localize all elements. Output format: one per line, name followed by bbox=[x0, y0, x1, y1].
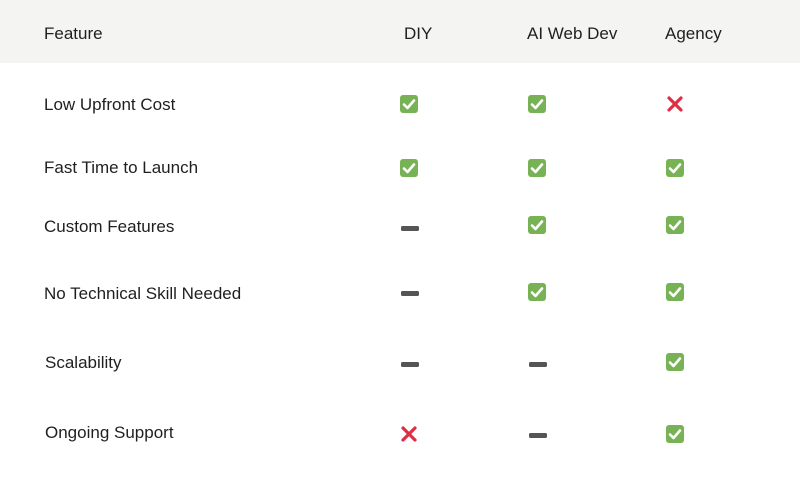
row-label: Ongoing Support bbox=[45, 423, 174, 442]
check-mark-button-icon bbox=[528, 216, 546, 234]
comparison-table: Feature DIY AI Web Dev Agency Low Upfron… bbox=[0, 0, 800, 500]
header-agency: Agency bbox=[665, 24, 722, 43]
check-mark-button-icon bbox=[666, 283, 684, 301]
heavy-minus-icon bbox=[528, 354, 548, 374]
table-header: Feature DIY AI Web Dev Agency bbox=[0, 0, 800, 63]
cell-ai-web-dev bbox=[528, 283, 548, 303]
heavy-minus-icon bbox=[400, 283, 420, 303]
check-mark-button-icon bbox=[666, 353, 684, 371]
cell-agency bbox=[666, 353, 686, 373]
cell-diy bbox=[400, 283, 420, 303]
cell-ai-web-dev bbox=[528, 95, 548, 115]
cross-mark-icon bbox=[666, 95, 686, 113]
check-mark-button-icon bbox=[400, 95, 418, 113]
check-mark-button-icon bbox=[400, 159, 418, 177]
check-mark-button-icon bbox=[666, 216, 684, 234]
cell-ai-web-dev bbox=[528, 425, 548, 445]
header-ai-web-dev: AI Web Dev bbox=[527, 24, 618, 43]
check-mark-button-icon bbox=[666, 159, 684, 177]
header-feature: Feature bbox=[44, 24, 103, 43]
check-mark-button-icon bbox=[528, 159, 546, 177]
cell-diy bbox=[400, 95, 420, 115]
heavy-minus-icon bbox=[400, 354, 420, 374]
cell-diy bbox=[400, 159, 420, 179]
cell-ai-web-dev bbox=[528, 216, 548, 236]
row-label: Scalability bbox=[45, 353, 122, 372]
cell-diy bbox=[400, 425, 420, 445]
cell-agency bbox=[666, 216, 686, 236]
check-mark-button-icon bbox=[528, 283, 546, 301]
row-label: No Technical Skill Needed bbox=[44, 284, 242, 303]
row-label: Custom Features bbox=[44, 217, 175, 236]
cell-agency bbox=[666, 95, 686, 115]
cell-agency bbox=[666, 159, 686, 179]
check-mark-button-icon bbox=[666, 425, 684, 443]
row-label: Low Upfront Cost bbox=[44, 95, 176, 114]
cross-mark-icon bbox=[400, 425, 420, 443]
cell-ai-web-dev bbox=[528, 354, 548, 374]
cell-agency bbox=[666, 425, 686, 445]
header-diy: DIY bbox=[404, 24, 433, 43]
heavy-minus-icon bbox=[528, 425, 548, 445]
cell-agency bbox=[666, 283, 686, 303]
cell-ai-web-dev bbox=[528, 159, 548, 179]
row-label: Fast Time to Launch bbox=[44, 158, 199, 177]
cell-diy bbox=[400, 218, 420, 238]
heavy-minus-icon bbox=[400, 218, 420, 238]
cell-diy bbox=[400, 354, 420, 374]
check-mark-button-icon bbox=[528, 95, 546, 113]
